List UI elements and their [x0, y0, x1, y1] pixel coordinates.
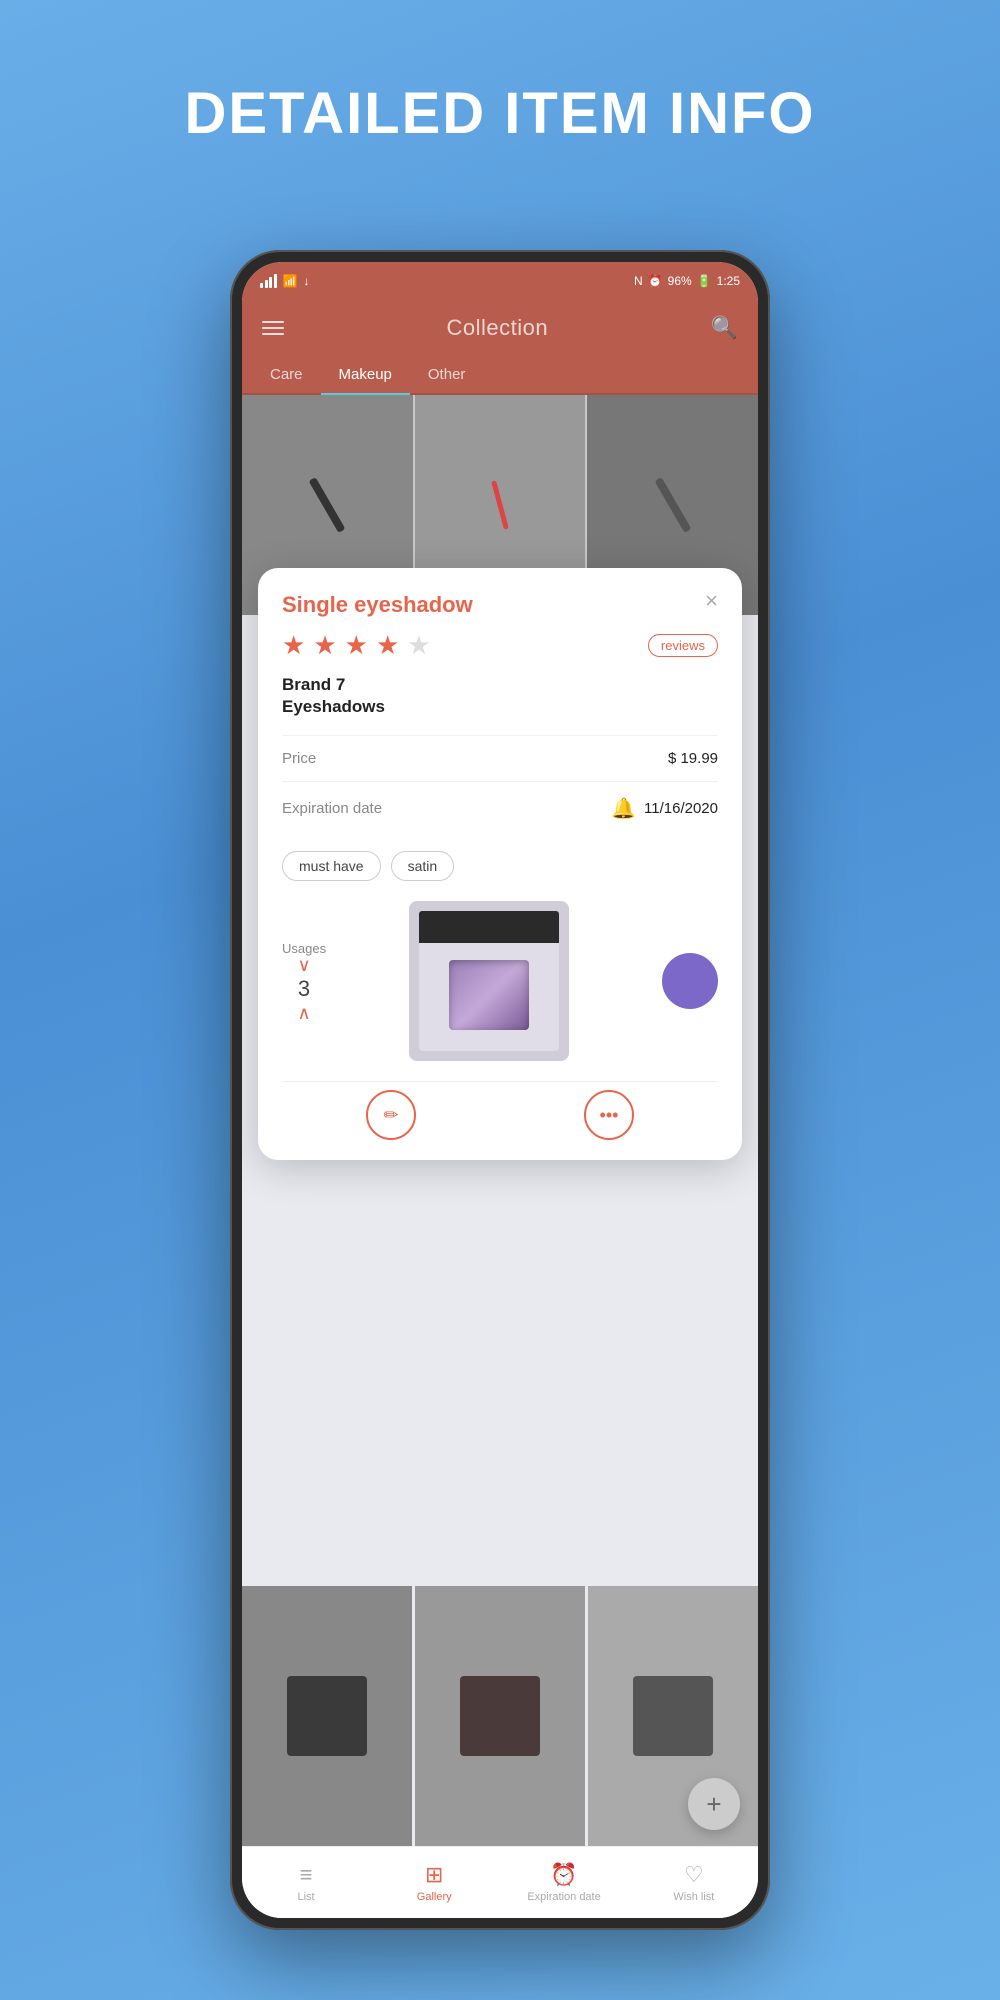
product-image	[409, 901, 569, 1061]
fab-add-button[interactable]: +	[688, 1778, 740, 1830]
tag-satin[interactable]: satin	[391, 851, 455, 881]
grid-item-1[interactable]	[242, 1586, 412, 1846]
edit-button[interactable]: ✏	[366, 1090, 416, 1140]
phone-frame: 📶 ↓ N ⏰ 96% 🔋 1:25 Collection 🔍 Care	[230, 250, 770, 1930]
star-2: ★	[313, 630, 336, 661]
nav-wishlist-label: Wish list	[673, 1891, 714, 1903]
star-1: ★	[282, 630, 305, 661]
tab-other[interactable]: Other	[410, 356, 484, 393]
close-button[interactable]: ×	[705, 590, 718, 612]
nav-expiration-label: Expiration date	[527, 1891, 600, 1903]
more-button[interactable]: •••	[584, 1090, 634, 1140]
nav-list-label: List	[298, 1891, 315, 1903]
price-value: $ 19.99	[668, 750, 718, 767]
price-label: Price	[282, 750, 316, 767]
item-detail-modal: Single eyeshadow × ★ ★ ★ ★ ★ reviews Bra…	[258, 568, 742, 1160]
fab-plus-icon: +	[706, 1789, 721, 1820]
brand-name: Brand 7	[282, 675, 718, 695]
status-left: 📶 ↓	[260, 274, 309, 288]
modal-title: Single eyeshadow	[282, 592, 473, 618]
star-4: ★	[376, 630, 399, 661]
usages-count: 3	[298, 976, 310, 1002]
star-5: ★	[407, 630, 430, 661]
download-icon: ↓	[303, 274, 309, 288]
eyeshadow-pan	[449, 960, 529, 1030]
nav-expiration[interactable]: ⏰ Expiration date	[527, 1862, 600, 1903]
price-row: Price $ 19.99	[282, 735, 718, 781]
selected-color-circle[interactable]	[662, 953, 718, 1009]
expiration-value: 🔔 11/16/2020	[611, 796, 718, 821]
battery-percent: 96%	[668, 274, 692, 288]
more-icon: •••	[600, 1105, 619, 1126]
usages-control: Usages ∨ 3 ∧	[282, 941, 326, 1022]
product-grid	[242, 1586, 758, 1846]
category-name: Eyeshadows	[282, 697, 718, 717]
search-button[interactable]: 🔍	[711, 315, 738, 341]
nav-list[interactable]: ≡ List	[271, 1862, 341, 1903]
expiration-row: Expiration date 🔔 11/16/2020	[282, 781, 718, 835]
app-bar: Collection 🔍	[242, 300, 758, 356]
phone-screen: 📶 ↓ N ⏰ 96% 🔋 1:25 Collection 🔍 Care	[242, 262, 758, 1918]
usages-label: Usages	[282, 941, 326, 956]
tab-bar: Care Makeup Other	[242, 356, 758, 395]
list-icon: ≡	[300, 1862, 313, 1888]
wishlist-icon: ♡	[684, 1862, 704, 1888]
eyeshadow-thumbnail	[419, 911, 559, 1051]
gallery-icon: ⊞	[425, 1862, 443, 1888]
expiration-label: Expiration date	[282, 800, 382, 817]
app-title: Collection	[446, 315, 548, 341]
hero-title: DETAILED ITEM INFO	[0, 80, 1000, 147]
usages-down-button[interactable]: ∨	[297, 956, 310, 974]
reviews-button[interactable]: reviews	[648, 634, 718, 657]
usages-up-button[interactable]: ∧	[297, 1004, 310, 1022]
star-3: ★	[345, 630, 368, 661]
edit-icon: ✏	[383, 1105, 398, 1126]
tag-must-have[interactable]: must have	[282, 851, 381, 881]
nfc-icon: N	[634, 274, 643, 288]
nav-gallery-label: Gallery	[417, 1891, 452, 1903]
tags-row: must have satin	[282, 851, 718, 881]
product-section: Usages ∨ 3 ∧	[282, 901, 718, 1061]
bell-icon[interactable]: 🔔	[611, 796, 636, 821]
nav-wishlist[interactable]: ♡ Wish list	[659, 1862, 729, 1903]
battery-icon: 🔋	[697, 274, 712, 288]
wifi-icon: 📶	[283, 274, 298, 288]
tab-makeup[interactable]: Makeup	[321, 356, 410, 393]
alarm-icon: ⏰	[648, 274, 663, 288]
menu-button[interactable]	[262, 321, 284, 335]
expiration-icon: ⏰	[550, 1862, 577, 1888]
tab-care[interactable]: Care	[252, 356, 321, 393]
status-bar: 📶 ↓ N ⏰ 96% 🔋 1:25	[242, 262, 758, 300]
rating-row: ★ ★ ★ ★ ★ reviews	[282, 630, 718, 661]
nav-gallery[interactable]: ⊞ Gallery	[399, 1862, 469, 1903]
status-right: N ⏰ 96% 🔋 1:25	[634, 274, 740, 288]
bottom-nav: ≡ List ⊞ Gallery ⏰ Expiration date ♡ Wis…	[242, 1846, 758, 1918]
eyeshadow-lid	[419, 911, 559, 943]
modal-actions: ✏ •••	[282, 1081, 718, 1140]
modal-header: Single eyeshadow ×	[282, 592, 718, 618]
signal-icon	[260, 274, 277, 288]
clock: 1:25	[717, 274, 740, 288]
grid-item-2[interactable]	[415, 1586, 585, 1846]
